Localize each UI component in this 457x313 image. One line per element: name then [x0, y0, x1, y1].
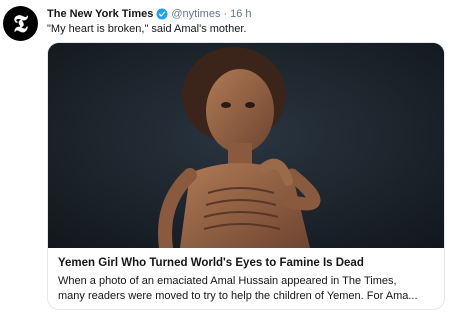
card-title[interactable]: Yemen Girl Who Turned World's Eyes to Fa… [58, 256, 434, 271]
author-name[interactable]: The New York Times [47, 8, 153, 20]
tweet[interactable]: 𝕿 The New York Times @nytimes · 16 h "My… [0, 0, 457, 313]
author-handle[interactable]: @nytimes [171, 8, 220, 20]
card-description: When a photo of an emaciated Amal Hussai… [58, 274, 434, 304]
tweet-text: "My heart is broken," said Amal's mother… [47, 23, 247, 35]
card-body: Yemen Girl Who Turned World's Eyes to Fa… [48, 248, 444, 304]
link-card[interactable]: Yemen Girl Who Turned World's Eyes to Fa… [47, 42, 445, 310]
nyt-logo-avatar[interactable]: 𝕿 [3, 6, 38, 41]
avatar-letter: 𝕿 [13, 8, 28, 38]
card-image[interactable] [48, 43, 444, 248]
card-description-line-2: many readers were moved to try to help t… [58, 290, 418, 302]
tweet-header: The New York Times @nytimes · 16 h [47, 6, 252, 22]
verified-badge-icon [156, 8, 168, 20]
card-description-line-1: When a photo of an emaciated Amal Hussai… [58, 275, 397, 287]
card-photo [48, 43, 444, 248]
tweet-timestamp[interactable]: 16 h [230, 8, 251, 20]
header-separator: · [223, 8, 228, 20]
